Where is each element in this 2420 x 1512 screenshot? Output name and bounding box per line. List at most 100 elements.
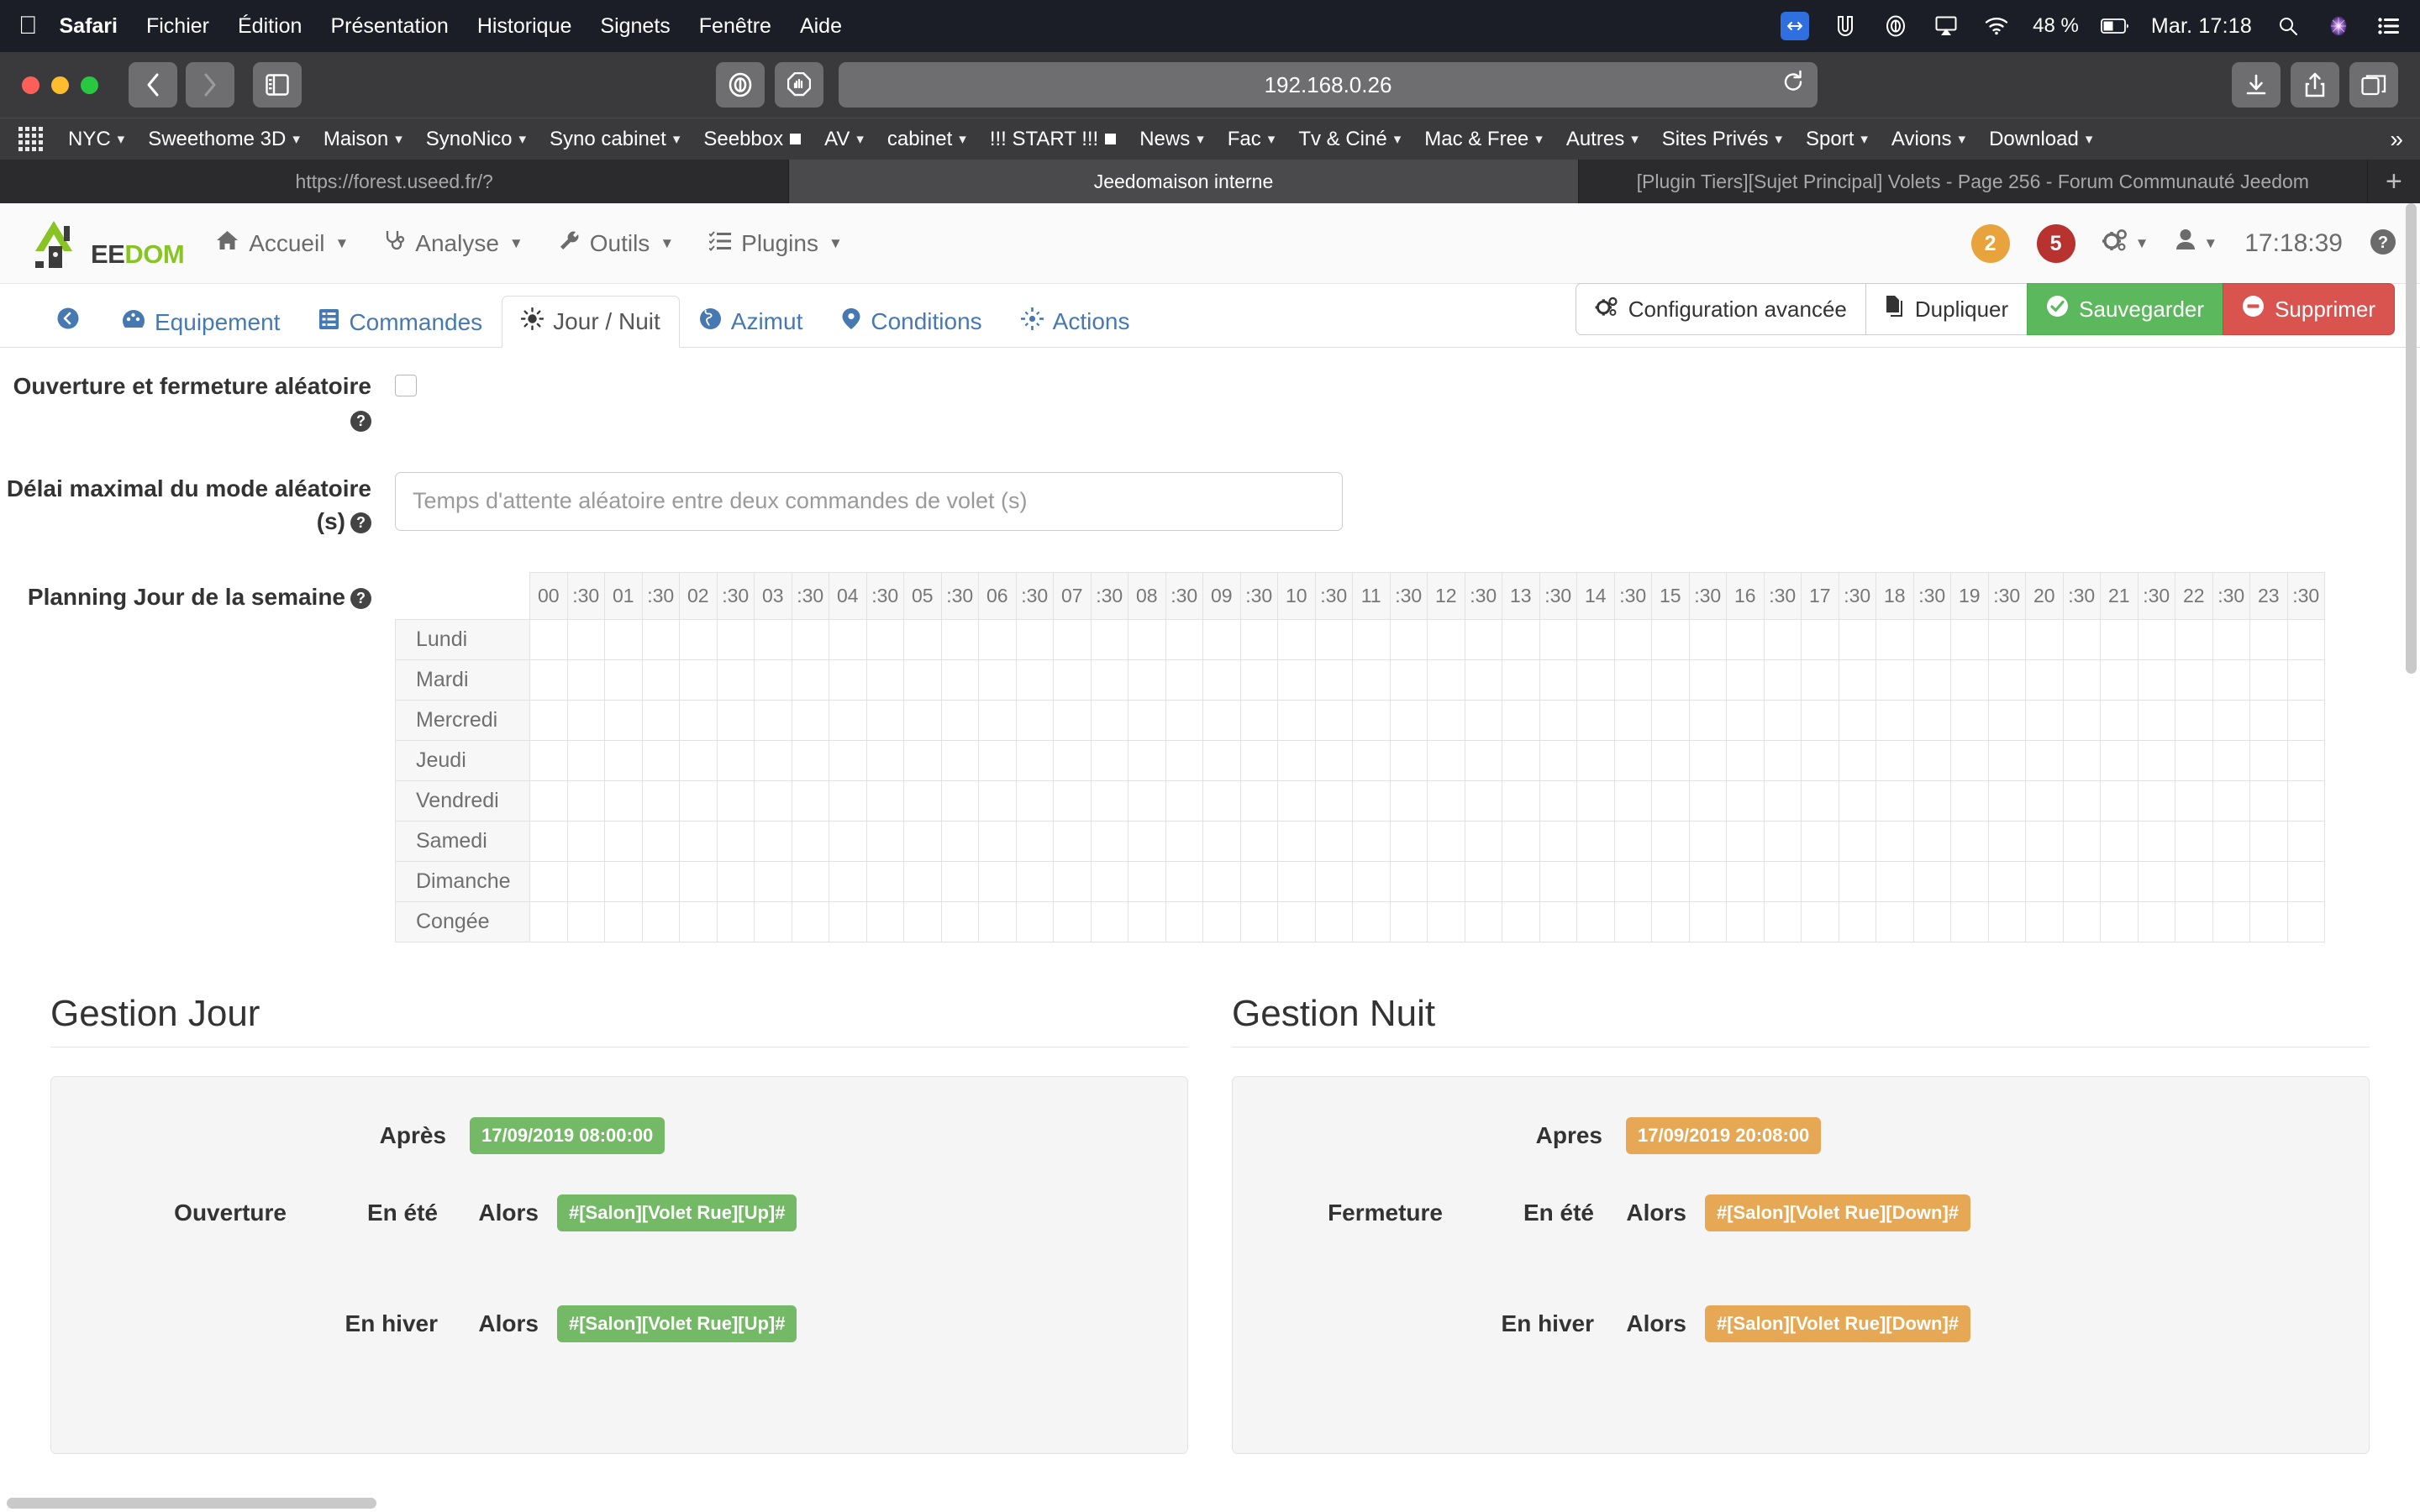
planning-slot-cell[interactable]	[1202, 821, 1241, 862]
planning-slot-cell[interactable]	[1202, 659, 1241, 701]
planning-slot-cell[interactable]	[903, 740, 942, 781]
planning-slot-cell[interactable]	[2249, 821, 2288, 862]
airplay-icon[interactable]	[1932, 12, 1960, 40]
planning-slot-cell[interactable]	[1314, 821, 1353, 862]
planning-slot-cell[interactable]	[940, 901, 979, 942]
planning-slot-cell[interactable]	[978, 700, 1017, 741]
planning-slot-cell[interactable]	[940, 861, 979, 902]
bookmark-cabinet[interactable]: cabinet ▾	[887, 128, 966, 151]
planning-slot-cell[interactable]	[754, 861, 792, 902]
bookmark-nyc[interactable]: NYC ▾	[68, 128, 124, 151]
planning-slot-cell[interactable]	[529, 861, 568, 902]
planning-slot-cell[interactable]	[754, 740, 792, 781]
delete-button[interactable]: Supprimer	[2223, 283, 2395, 335]
save-button[interactable]: Sauvegarder	[2027, 283, 2223, 335]
planning-slot-cell[interactable]	[1576, 659, 1615, 701]
planning-slot-cell[interactable]	[1950, 659, 1989, 701]
planning-slot-cell[interactable]	[1314, 659, 1353, 701]
planning-slot-cell[interactable]	[2137, 780, 2175, 822]
planning-slot-cell[interactable]	[2062, 861, 2101, 902]
planning-slot-cell[interactable]	[1015, 700, 1054, 741]
planning-slot-cell[interactable]	[865, 659, 904, 701]
planning-slot-cell[interactable]	[1987, 901, 2026, 942]
planning-slot-cell[interactable]	[716, 659, 755, 701]
planning-slot-cell[interactable]	[2249, 861, 2288, 902]
planning-slot-cell[interactable]	[1202, 861, 1241, 902]
planning-slot-cell[interactable]	[1726, 901, 1765, 942]
planning-slot-cell[interactable]	[1015, 740, 1054, 781]
planning-slot-cell[interactable]	[1389, 861, 1428, 902]
bookmark-syno-cabinet[interactable]: Syno cabinet ▾	[550, 128, 680, 151]
close-button[interactable]	[22, 76, 39, 94]
planning-slot-cell[interactable]	[1427, 821, 1465, 862]
help-icon[interactable]: ?	[350, 588, 371, 610]
planning-slot-cell[interactable]	[1464, 740, 1502, 781]
planning-slot-cell[interactable]	[566, 821, 605, 862]
planning-slot-cell[interactable]	[566, 861, 605, 902]
teamviewer-icon[interactable]	[1781, 12, 1810, 40]
planning-slot-cell[interactable]	[1688, 821, 1727, 862]
planning-slot-cell[interactable]	[716, 619, 755, 660]
planning-slot-cell[interactable]	[1576, 700, 1615, 741]
jour-summer-command-chip[interactable]: #[Salon][Volet Rue][Up]#	[557, 1194, 797, 1231]
planning-slot-cell[interactable]	[2100, 700, 2139, 741]
planning-slot-cell[interactable]	[1053, 740, 1092, 781]
planning-slot-cell[interactable]	[754, 780, 792, 822]
planning-slot-cell[interactable]	[1165, 700, 1203, 741]
planning-slot-cell[interactable]	[2249, 740, 2288, 781]
help-circle-icon[interactable]: ?	[2370, 228, 2396, 260]
tab-back[interactable]	[34, 295, 103, 348]
planning-slot-cell[interactable]	[2025, 901, 2064, 942]
planning-slot-cell[interactable]	[1090, 659, 1128, 701]
planning-slot-cell[interactable]	[1128, 700, 1166, 741]
planning-slot-cell[interactable]	[1613, 700, 1652, 741]
advanced-config-button[interactable]: Configuration avancée	[1575, 283, 1865, 335]
planning-slot-cell[interactable]	[829, 619, 867, 660]
planning-slot-cell[interactable]	[1352, 700, 1391, 741]
planning-slot-cell[interactable]	[2175, 619, 2213, 660]
planning-slot-cell[interactable]	[1128, 619, 1166, 660]
planning-slot-cell[interactable]	[1502, 619, 1540, 660]
planning-slot-cell[interactable]	[1277, 700, 1316, 741]
random-mode-checkbox[interactable]	[395, 375, 417, 396]
planning-slot-cell[interactable]	[2025, 700, 2064, 741]
planning-slot-cell[interactable]	[1053, 700, 1092, 741]
planning-slot-cell[interactable]	[1912, 619, 1951, 660]
planning-slot-cell[interactable]	[1726, 861, 1765, 902]
planning-slot-cell[interactable]	[1239, 659, 1278, 701]
planning-slot-cell[interactable]	[1987, 700, 2026, 741]
planning-slot-cell[interactable]	[1801, 740, 1839, 781]
planning-slot-cell[interactable]	[1987, 780, 2026, 822]
weekly-planning-table[interactable]: 00:30 01:30 02:30 03:30 04:30 05:30 06:30 07:30…	[395, 572, 2325, 942]
planning-slot-cell[interactable]	[1876, 700, 1914, 741]
bookmark-sites-prives[interactable]: Sites Privés ▾	[1662, 128, 1782, 151]
planning-slot-cell[interactable]	[1165, 861, 1203, 902]
planning-slot-cell[interactable]	[2137, 901, 2175, 942]
planning-slot-cell[interactable]	[604, 700, 643, 741]
planning-slot-cell[interactable]	[1015, 619, 1054, 660]
planning-slot-cell[interactable]	[2212, 821, 2250, 862]
planning-slot-cell[interactable]	[1352, 619, 1391, 660]
planning-slot-cell[interactable]	[679, 619, 718, 660]
planning-slot-cell[interactable]	[829, 740, 867, 781]
planning-slot-cell[interactable]	[566, 619, 605, 660]
planning-slot-cell[interactable]	[1651, 740, 1690, 781]
planning-slot-cell[interactable]	[903, 861, 942, 902]
planning-slot-cell[interactable]	[1202, 901, 1241, 942]
planning-slot-cell[interactable]	[529, 659, 568, 701]
planning-slot-cell[interactable]	[529, 619, 568, 660]
jeedom-logo[interactable]: EEDOM	[25, 214, 185, 273]
planning-slot-cell[interactable]	[1987, 740, 2026, 781]
planning-slot-cell[interactable]	[791, 780, 829, 822]
planning-slot-cell[interactable]	[1165, 619, 1203, 660]
bookmark-maison[interactable]: Maison ▾	[324, 128, 402, 151]
planning-slot-cell[interactable]	[2175, 740, 2213, 781]
planning-slot-cell[interactable]	[791, 901, 829, 942]
planning-slot-cell[interactable]	[1502, 740, 1540, 781]
planning-slot-cell[interactable]	[1464, 700, 1502, 741]
planning-slot-cell[interactable]	[1838, 901, 1876, 942]
planning-slot-cell[interactable]	[2286, 740, 2325, 781]
control-center-icon[interactable]	[2375, 12, 2403, 40]
apple-menu-icon[interactable]: 	[18, 13, 38, 39]
battery-icon[interactable]	[2100, 12, 2129, 40]
